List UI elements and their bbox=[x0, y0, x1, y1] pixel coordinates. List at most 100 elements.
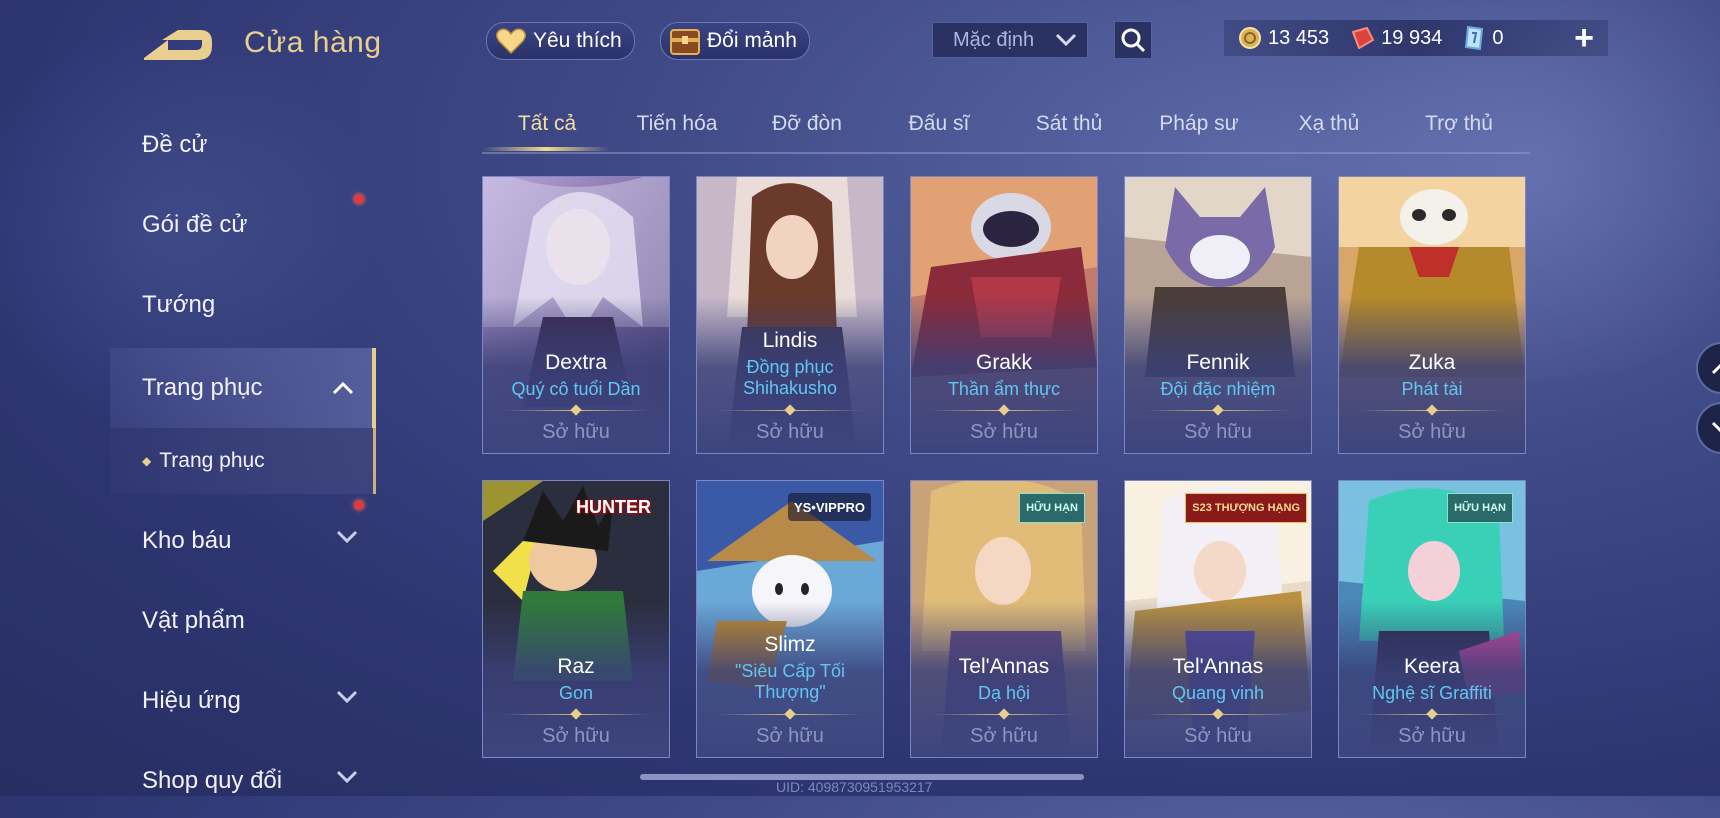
hero-name: Zuka bbox=[1408, 351, 1456, 374]
chevron-down-icon bbox=[1711, 421, 1720, 433]
category-tabs: Tất cả Tiến hóa Đỡ đòn Đấu sĩ Sát thủ Ph… bbox=[482, 104, 1530, 154]
card-divider bbox=[1145, 404, 1291, 416]
s23-rank-badge: S23 THƯỢNG HẠNG bbox=[1185, 493, 1307, 523]
page-title: Cửa hàng bbox=[244, 26, 382, 59]
tab-all[interactable]: Tất cả bbox=[482, 112, 612, 136]
card-divider bbox=[931, 404, 1077, 416]
skin-card[interactable]: HỮU HẠN Tel'Annas Dạ hội Sở hữu bbox=[910, 480, 1098, 758]
sidebar-item-label: Kho báu bbox=[142, 527, 232, 554]
owned-status: Sở hữu bbox=[970, 725, 1038, 747]
sidebar-subitem-skins[interactable]: ◆ Trang phục bbox=[110, 428, 376, 494]
red-voucher-icon bbox=[1351, 26, 1375, 50]
chevron-down-icon bbox=[1055, 33, 1077, 47]
favorite-button[interactable]: Yêu thích bbox=[486, 22, 635, 60]
card-divider bbox=[1359, 404, 1505, 416]
sort-select[interactable]: Mặc định bbox=[932, 22, 1088, 58]
tab-support[interactable]: Trợ thủ bbox=[1394, 112, 1524, 136]
owned-status: Sở hữu bbox=[542, 725, 610, 747]
back-arrow-icon bbox=[144, 30, 212, 60]
chevron-up-icon bbox=[332, 381, 354, 395]
gold-coin-icon bbox=[1239, 27, 1261, 49]
currency-bar: 13 453 19 934 0 bbox=[1224, 20, 1608, 56]
skin-card[interactable]: HỮU HẠN Keera Nghệ sĩ Graffiti Sở hữu bbox=[1338, 480, 1526, 758]
skin-card[interactable]: Lindis Đồng phục Shihakusho Sở hữu bbox=[696, 176, 884, 454]
skin-name: Dạ hội bbox=[977, 683, 1031, 703]
limited-badge: HỮU HẠN bbox=[1019, 493, 1085, 523]
skin-card[interactable]: HUNTER Raz Gon Sở hữu bbox=[482, 480, 670, 758]
owned-status: Sở hữu bbox=[1398, 421, 1466, 443]
exchange-label: Đổi mảnh bbox=[707, 29, 797, 52]
sidebar-item-exchange-shop[interactable]: Shop quy đổi bbox=[110, 744, 376, 818]
scroll-down-button[interactable] bbox=[1696, 402, 1720, 454]
skin-name: Thần ẩm thực bbox=[947, 379, 1061, 399]
scroll-up-button[interactable] bbox=[1696, 342, 1720, 394]
card-divider bbox=[1145, 708, 1291, 720]
tab-marksman[interactable]: Xạ thủ bbox=[1264, 112, 1394, 136]
hero-name: Lindis bbox=[762, 329, 818, 352]
favorite-label: Yêu thích bbox=[533, 29, 622, 52]
skin-name: Đội đặc nhiệm bbox=[1160, 379, 1276, 399]
owned-status: Sở hữu bbox=[1184, 725, 1252, 747]
card-divider bbox=[503, 404, 649, 416]
skin-name: Quý cô tuổi Dần bbox=[511, 379, 641, 399]
skin-card[interactable]: Dextra Quý cô tuổi Dần Sở hữu bbox=[482, 176, 670, 454]
sort-select-value: Mặc định bbox=[953, 28, 1035, 51]
vippro-badge: YS•VIPPRO bbox=[787, 493, 871, 521]
exchange-shards-button[interactable]: Đổi mảnh bbox=[660, 22, 810, 60]
skin-name: Quang vinh bbox=[1171, 683, 1265, 703]
ticket-currency: 0 bbox=[1462, 25, 1503, 51]
active-tab-indicator bbox=[482, 147, 610, 151]
hero-name: Tel'Annas bbox=[958, 655, 1050, 678]
skin-card[interactable]: Grakk Thần ẩm thực Sở hữu bbox=[910, 176, 1098, 454]
sidebar-item-recommended-packs[interactable]: Gói đề cử bbox=[110, 188, 376, 262]
card-divider bbox=[1359, 708, 1505, 720]
owned-status: Sở hữu bbox=[970, 421, 1038, 443]
tab-fighter[interactable]: Đấu sĩ bbox=[874, 112, 1004, 136]
owned-status: Sở hữu bbox=[756, 421, 824, 443]
hero-name: Dextra bbox=[545, 351, 607, 374]
blue-ticket-icon bbox=[1465, 25, 1484, 51]
skin-card[interactable]: S23 THƯỢNG HẠNG Tel'Annas Quang vinh Sở … bbox=[1124, 480, 1312, 758]
skin-card[interactable]: Fennik Đội đặc nhiệm Sở hữu bbox=[1124, 176, 1312, 454]
owned-status: Sở hữu bbox=[1398, 725, 1466, 747]
skin-card[interactable]: Zuka Phát tài Sở hữu bbox=[1338, 176, 1526, 454]
chevron-down-icon bbox=[336, 770, 358, 784]
user-id: UID: 4098730951953217 bbox=[776, 779, 933, 795]
tab-evolution[interactable]: Tiến hóa bbox=[612, 112, 742, 136]
skin-name: Nghệ sĩ Graffiti bbox=[1372, 683, 1492, 703]
sidebar-item-label: Trang phục bbox=[142, 374, 263, 401]
owned-status: Sở hữu bbox=[1184, 421, 1252, 443]
gold-amount: 13 453 bbox=[1268, 26, 1330, 49]
limited-badge: HỮU HẠN bbox=[1447, 493, 1513, 523]
tab-mage[interactable]: Pháp sư bbox=[1134, 112, 1264, 136]
card-divider bbox=[503, 708, 649, 720]
sidebar-item-items[interactable]: Vật phẩm bbox=[110, 584, 376, 658]
sidebar-item-label: Đề cử bbox=[142, 131, 208, 158]
sidebar-item-label: Shop quy đổi bbox=[142, 767, 283, 794]
hero-name: Slimz bbox=[764, 633, 816, 656]
skin-name: "Siêu Cấp Tối Thượng" bbox=[734, 661, 846, 702]
sidebar-item-label: Tướng bbox=[142, 291, 216, 318]
heart-icon bbox=[495, 27, 527, 55]
ticket-amount: 0 bbox=[1492, 26, 1504, 49]
search-button[interactable] bbox=[1114, 21, 1152, 59]
chevron-down-icon bbox=[336, 690, 358, 704]
owned-status: Sở hữu bbox=[542, 421, 610, 443]
hero-name: Raz bbox=[557, 655, 595, 678]
skin-card[interactable]: YS•VIPPRO Slimz "Siêu Cấp Tối Thượng" Sở… bbox=[696, 480, 884, 758]
sidebar-item-heroes[interactable]: Tướng bbox=[110, 268, 376, 342]
card-divider bbox=[717, 708, 863, 720]
card-divider bbox=[931, 708, 1077, 720]
sidebar-item-effects[interactable]: Hiệu ứng bbox=[110, 664, 376, 738]
sidebar-item-treasure[interactable]: Kho báu bbox=[110, 504, 376, 578]
voucher-currency: 19 934 bbox=[1349, 26, 1442, 50]
chevron-up-icon bbox=[1711, 363, 1720, 375]
tab-assassin[interactable]: Sát thủ bbox=[1004, 112, 1134, 136]
hero-name: Fennik bbox=[1186, 351, 1250, 374]
back-button[interactable] bbox=[142, 26, 214, 64]
sidebar-item-skins[interactable]: Trang phục bbox=[110, 348, 376, 428]
add-currency-button[interactable]: + bbox=[1566, 19, 1602, 57]
sidebar-item-recommended[interactable]: Đề cử bbox=[110, 108, 376, 182]
tab-tank[interactable]: Đỡ đòn bbox=[742, 112, 872, 136]
diamond-bullet-icon: ◆ bbox=[142, 454, 152, 468]
